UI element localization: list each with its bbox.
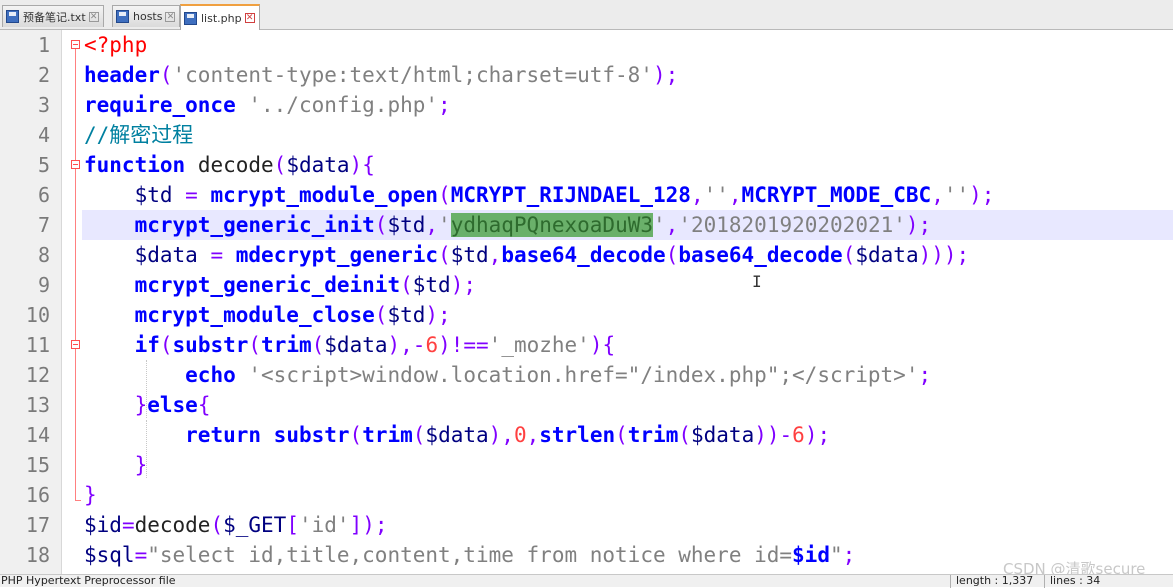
line-number: 10 xyxy=(25,303,50,327)
line-number: 12 xyxy=(25,363,50,387)
code-text: $id=decode($_GET['id']); xyxy=(84,513,388,537)
code-line[interactable]: 3 require_once '../config.php'; xyxy=(0,90,1173,120)
save-file-icon xyxy=(6,10,19,23)
line-number: 14 xyxy=(25,423,50,447)
code-line[interactable]: 9 mcrypt_generic_deinit($td); xyxy=(0,270,1173,300)
code-text: mcrypt_generic_init($td,'ydhaqPQnexoaDuW… xyxy=(134,213,932,237)
code-line[interactable]: 7 mcrypt_generic_init($td,'ydhaqPQnexoaD… xyxy=(0,210,1173,240)
fold-toggle-icon[interactable] xyxy=(71,40,80,49)
tab-bar: 预备笔记.txt ✕ hosts ✕ list.php ✕ xyxy=(0,0,1173,30)
line-number: 15 xyxy=(25,453,50,477)
code-line[interactable]: 14 return substr(trim($data),0,strlen(tr… xyxy=(0,420,1173,450)
code-text: if(substr(trim($data),-6)!=='_mozhe'){ xyxy=(134,333,616,357)
code-text: function decode($data){ xyxy=(84,153,375,177)
code-text: require_once '../config.php'; xyxy=(84,93,451,117)
code-editor[interactable]: 1 <?php 2 header('content-type:text/html;ch… xyxy=(0,30,1173,574)
code-text: header('content-type:text/html;charset=u… xyxy=(84,63,679,87)
line-number: 2 xyxy=(37,63,50,87)
file-type-label: PHP Hypertext Preprocessor file xyxy=(1,574,176,587)
line-number: 3 xyxy=(37,93,50,117)
code-text: mcrypt_module_close($td); xyxy=(134,303,451,327)
code-line[interactable]: 18 $sql="select id,title,content,time fro… xyxy=(0,540,1173,570)
code-text: } xyxy=(134,453,148,477)
close-icon[interactable]: ✕ xyxy=(88,11,99,22)
tab-label: 预备笔记.txt xyxy=(23,10,86,24)
save-file-icon xyxy=(184,11,197,25)
code-text: } xyxy=(84,483,97,507)
save-file-icon xyxy=(116,10,129,23)
code-line[interactable]: 5 function decode($data){ xyxy=(0,150,1173,180)
line-number: 4 xyxy=(37,123,50,147)
tab-notes-txt[interactable]: 预备笔记.txt ✕ xyxy=(2,5,104,27)
indent-guide xyxy=(146,420,147,478)
line-number: 11 xyxy=(25,333,50,357)
code-text: //解密过程 xyxy=(84,123,194,147)
code-text: <?php xyxy=(84,33,148,57)
line-number: 16 xyxy=(25,483,50,507)
code-line[interactable]: 11 if(substr(trim($data),-6)!=='_mozhe')… xyxy=(0,330,1173,360)
code-line[interactable]: 1 <?php xyxy=(0,30,1173,60)
status-bar: PHP Hypertext Preprocessor file length :… xyxy=(0,574,1173,588)
line-number: 6 xyxy=(37,183,50,207)
fold-end-marker xyxy=(75,500,81,501)
code-text: $td = mcrypt_module_open(MCRYPT_RIJNDAEL… xyxy=(134,183,995,207)
close-icon[interactable]: ✕ xyxy=(165,11,176,22)
code-line[interactable]: 4 //解密过程 xyxy=(0,120,1173,150)
line-number: 1 xyxy=(37,33,50,57)
code-text: $data = mdecrypt_generic($td,base64_deco… xyxy=(134,243,970,267)
line-number: 13 xyxy=(25,393,50,417)
code-line[interactable]: 8 $data = mdecrypt_generic($td,base64_de… xyxy=(0,240,1173,270)
line-number: 5 xyxy=(37,153,50,177)
status-separator xyxy=(1044,575,1045,588)
line-number: 18 xyxy=(25,543,50,567)
line-number: 17 xyxy=(25,513,50,537)
lines-label: lines : 34 xyxy=(1050,574,1101,587)
code-line[interactable]: 2 header('content-type:text/html;charset=… xyxy=(0,60,1173,90)
code-text: $sql="select id,title,content,time from … xyxy=(84,543,856,567)
fold-toggle-icon[interactable] xyxy=(71,340,80,349)
status-separator xyxy=(950,575,951,588)
text-cursor-icon: I xyxy=(752,272,762,291)
code-line[interactable]: 6 $td = mcrypt_module_open(MCRYPT_RIJNDA… xyxy=(0,180,1173,210)
fold-toggle-icon[interactable] xyxy=(71,160,80,169)
fold-guide xyxy=(75,49,76,500)
code-line[interactable]: 13 }else{ xyxy=(0,390,1173,420)
tab-hosts[interactable]: hosts ✕ xyxy=(112,5,181,27)
length-label: length : 1,337 xyxy=(956,574,1034,587)
code-text: return substr(trim($data),0,strlen(trim(… xyxy=(185,423,831,447)
code-text: mcrypt_generic_deinit($td); xyxy=(134,273,476,297)
code-line[interactable]: 16} xyxy=(0,480,1173,510)
code-line[interactable]: 17 $id=decode($_GET['id']); xyxy=(0,510,1173,540)
code-line[interactable]: 12 echo '<script>window.location.href="/… xyxy=(0,360,1173,390)
code-line[interactable]: 15 } xyxy=(0,450,1173,480)
line-number: 8 xyxy=(37,243,50,267)
close-icon[interactable]: ✕ xyxy=(244,13,255,23)
code-line[interactable]: 10 mcrypt_module_close($td); xyxy=(0,300,1173,330)
indent-guide xyxy=(146,360,147,418)
tab-label: list.php xyxy=(201,11,242,25)
code-text: }else{ xyxy=(134,393,211,417)
line-number: 9 xyxy=(37,273,50,297)
line-number: 7 xyxy=(37,213,50,237)
code-text: echo '<script>window.location.href="/ind… xyxy=(185,363,932,387)
tab-label: hosts xyxy=(133,10,163,23)
tab-list-php[interactable]: list.php ✕ xyxy=(180,4,260,30)
